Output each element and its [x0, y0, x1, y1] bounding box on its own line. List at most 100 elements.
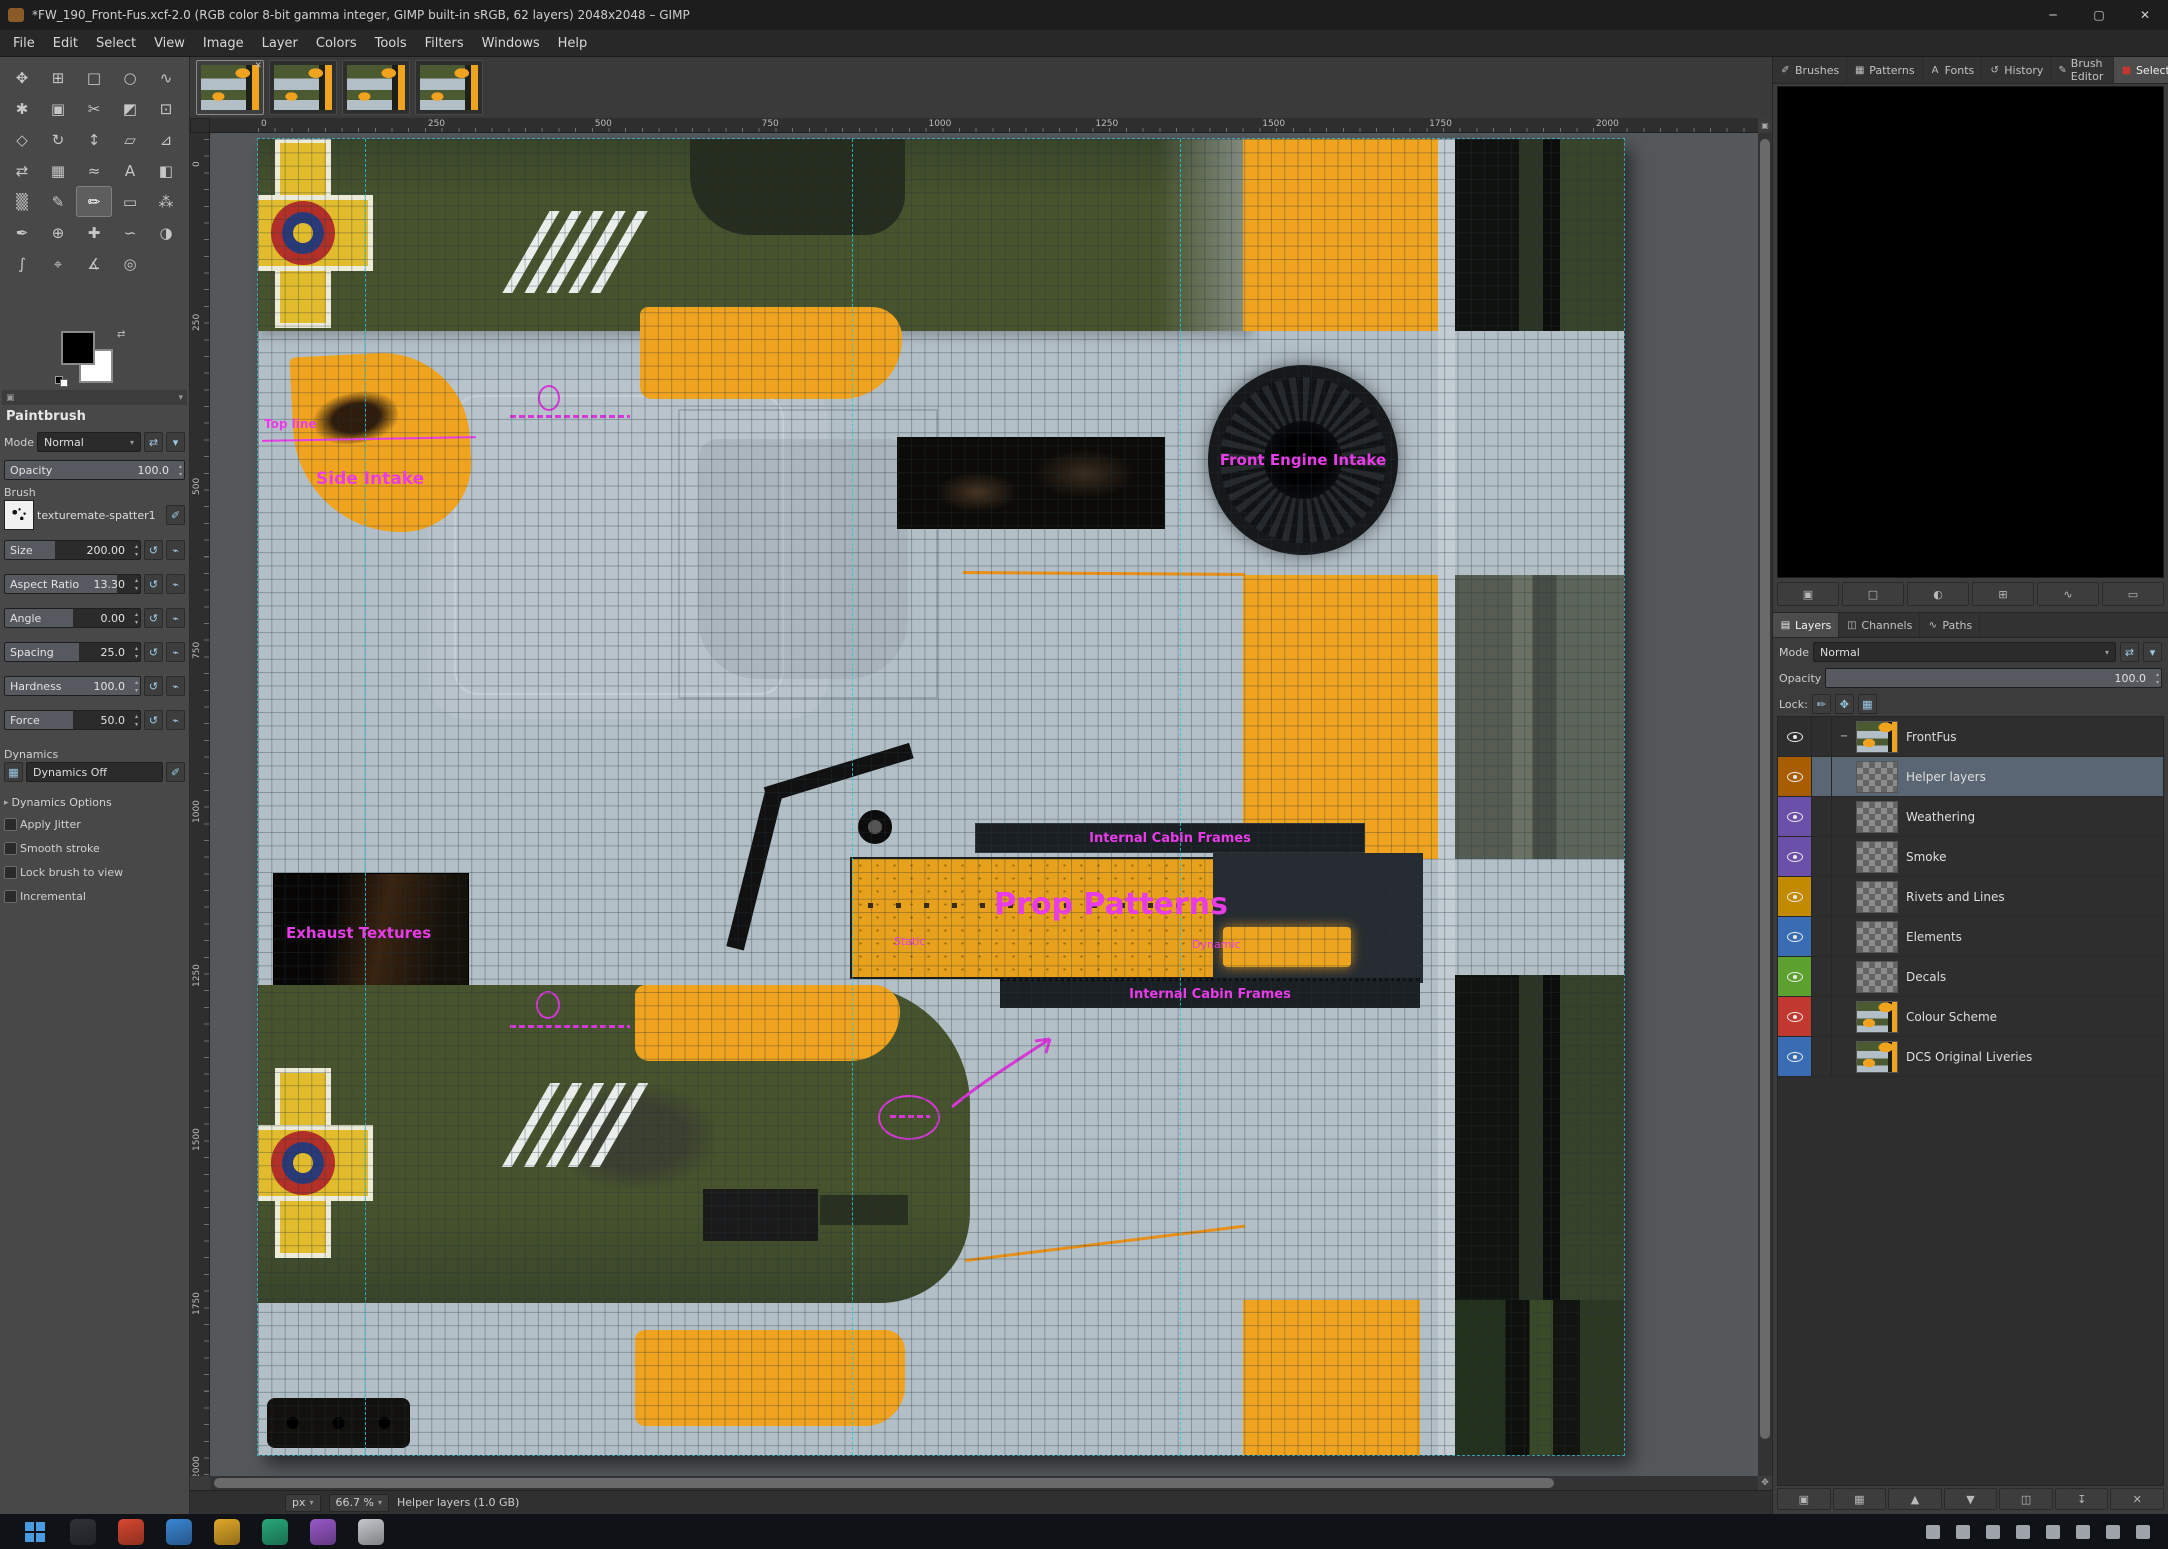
tray-icon-7[interactable] — [2106, 1525, 2120, 1539]
tray-icon-5[interactable] — [2046, 1525, 2060, 1539]
menu-windows[interactable]: Windows — [473, 32, 549, 55]
menu-file[interactable]: File — [4, 32, 44, 55]
force-slider[interactable]: Force50.0▴▾ — [4, 710, 141, 730]
vertical-scrollbar[interactable] — [1758, 133, 1772, 1476]
menu-filters[interactable]: Filters — [416, 32, 473, 55]
menu-select[interactable]: Select — [87, 32, 145, 55]
reset-icon[interactable]: ↺ — [144, 676, 163, 696]
expander-icon[interactable]: − — [1836, 731, 1852, 742]
image-tab-1[interactable]: ✕ — [196, 60, 264, 115]
edit-dynamics-icon[interactable]: ✐ — [166, 762, 185, 782]
link-icon[interactable]: ⌁ — [166, 710, 185, 730]
taskbar-app-7[interactable] — [358, 1519, 384, 1545]
taskbar-app-3[interactable] — [166, 1519, 192, 1545]
menu-image[interactable]: Image — [194, 32, 253, 55]
reset-icon[interactable]: ↺ — [144, 540, 163, 560]
chain-cell[interactable] — [1812, 757, 1832, 796]
reset-icon[interactable]: ↺ — [144, 574, 163, 594]
canvas-viewport[interactable]: Side Intake Top line Front Engine Intake — [210, 133, 1758, 1476]
incremental-checkbox[interactable]: Incremental — [4, 890, 185, 903]
tool-options-tab-bar[interactable]: ▣▾ — [2, 390, 187, 405]
zoom-select[interactable]: 66.7 %▾ — [329, 1494, 389, 1512]
menu-help[interactable]: Help — [549, 32, 597, 55]
foreground-color-swatch[interactable] — [61, 331, 95, 365]
tray-icon-6[interactable] — [2076, 1525, 2090, 1539]
image-tab-4[interactable] — [415, 60, 483, 115]
eraser-tool[interactable]: ▭ — [112, 186, 148, 217]
select-by-color-tool[interactable]: ▣ — [40, 93, 76, 124]
dock-tab-patterns[interactable]: ▦Patterns — [1847, 57, 1922, 83]
flip-tool[interactable]: ⇄ — [4, 155, 40, 186]
pencil-tool[interactable]: ✎ — [40, 186, 76, 217]
bucket-fill-tool[interactable]: ◧ — [148, 155, 184, 186]
mode-menu-icon[interactable]: ▾ — [2143, 642, 2162, 662]
minimize-button[interactable]: ─ — [2030, 0, 2076, 30]
lock-brush-to-view-checkbox[interactable]: Lock brush to view — [4, 866, 185, 879]
layer-mode-select[interactable]: Normal▾ — [1813, 642, 2116, 662]
taskbar-app-2[interactable] — [118, 1519, 144, 1545]
tray-icon-2[interactable] — [1956, 1525, 1970, 1539]
link-icon[interactable]: ⌁ — [166, 642, 185, 662]
dynamics-select[interactable]: Dynamics Off — [26, 762, 163, 782]
start-button[interactable] — [22, 1519, 48, 1545]
ruler-corner[interactable] — [190, 118, 210, 133]
smudge-tool[interactable]: ∽ — [112, 217, 148, 248]
dodge-burn-tool[interactable]: ◑ — [148, 217, 184, 248]
color-swatches[interactable]: ⇄ — [55, 329, 131, 391]
dock-tab-selection[interactable]: ■Selection — [2114, 57, 2168, 83]
selection-to-path-button[interactable]: ∿ — [2037, 582, 2099, 606]
hardness-slider[interactable]: Hardness100.0▴▾ — [4, 676, 141, 696]
color-picker-tool[interactable]: ⌖ — [40, 248, 76, 279]
rectangle-select-tool[interactable]: □ — [76, 62, 112, 93]
anchor-layer-button[interactable]: ↧ — [2055, 1488, 2109, 1510]
canvas-image[interactable]: Side Intake Top line Front Engine Intake — [258, 139, 1624, 1455]
dock-tab-brushes[interactable]: ✐Brushes — [1773, 57, 1847, 83]
horizontal-ruler[interactable]: 025050075010001250150017502000 — [210, 118, 1758, 133]
dock-tab-brush-editor[interactable]: ✎Brush Editor — [2051, 57, 2114, 83]
save-to-channel-button[interactable]: ⊞ — [1972, 582, 2034, 606]
fuzzy-select-tool[interactable]: ✱ — [4, 93, 40, 124]
warp-transform-tool[interactable]: ≈ — [76, 155, 112, 186]
layer-row-helper-layers[interactable]: Helper layers — [1778, 757, 2163, 797]
smooth-stroke-checkbox[interactable]: Smooth stroke — [4, 842, 185, 855]
size-slider[interactable]: Size200.00▴▾ — [4, 540, 141, 560]
reset-icon[interactable]: ↺ — [144, 642, 163, 662]
mode-menu-icon[interactable]: ▾ — [166, 432, 185, 452]
aspect-ratio-slider[interactable]: Aspect Ratio13.30▴▾ — [4, 574, 141, 594]
crop-tool[interactable]: ⊡ — [148, 93, 184, 124]
paths-tool[interactable]: ∫ — [4, 248, 40, 279]
zoom-fit-toggle-icon[interactable]: ▣ — [1758, 118, 1772, 133]
mode-switch-icon[interactable]: ⇄ — [2120, 642, 2139, 662]
tray-icon-4[interactable] — [2016, 1525, 2030, 1539]
chain-cell[interactable] — [1812, 797, 1832, 836]
text-tool[interactable]: A — [112, 155, 148, 186]
chain-cell[interactable] — [1812, 837, 1832, 876]
taskbar-app-6[interactable] — [310, 1519, 336, 1545]
close-tab-icon[interactable]: ✕ — [254, 61, 262, 71]
default-colors-icon[interactable] — [55, 373, 69, 385]
perspective-tool[interactable]: ⊿ — [148, 124, 184, 155]
new-layer-button[interactable]: ▣ — [1777, 1488, 1831, 1510]
menu-tools[interactable]: Tools — [366, 32, 416, 55]
dynamics-options-expander[interactable]: ▸ Dynamics Options — [4, 796, 185, 809]
tab-layers[interactable]: ▤Layers — [1773, 613, 1839, 637]
raise-layer-button[interactable]: ▲ — [1888, 1488, 1942, 1510]
layer-row-rivets-and-lines[interactable]: Rivets and Lines — [1778, 877, 2163, 917]
select-all-button[interactable]: ▣ — [1777, 582, 1839, 606]
cage-transform-tool[interactable]: ▦ — [40, 155, 76, 186]
angle-slider[interactable]: Angle0.00▴▾ — [4, 608, 141, 628]
dock-tab-history[interactable]: ↺History — [1982, 57, 2051, 83]
unified-transform-tool[interactable]: ◇ — [4, 124, 40, 155]
brush-thumbnail[interactable] — [4, 500, 34, 530]
heal-tool[interactable]: ✚ — [76, 217, 112, 248]
visibility-toggle[interactable] — [1778, 957, 1812, 996]
menu-view[interactable]: View — [145, 32, 194, 55]
visibility-toggle[interactable] — [1778, 837, 1812, 876]
layer-row-decals[interactable]: Decals — [1778, 957, 2163, 997]
tray-icon-1[interactable] — [1926, 1525, 1940, 1539]
edit-brush-icon[interactable]: ✐ — [166, 505, 185, 525]
image-tab-3[interactable] — [342, 60, 410, 115]
free-select-tool[interactable]: ∿ — [148, 62, 184, 93]
swap-colors-icon[interactable]: ⇄ — [117, 329, 125, 340]
lock-alpha-icon[interactable]: ▦ — [1858, 694, 1877, 714]
